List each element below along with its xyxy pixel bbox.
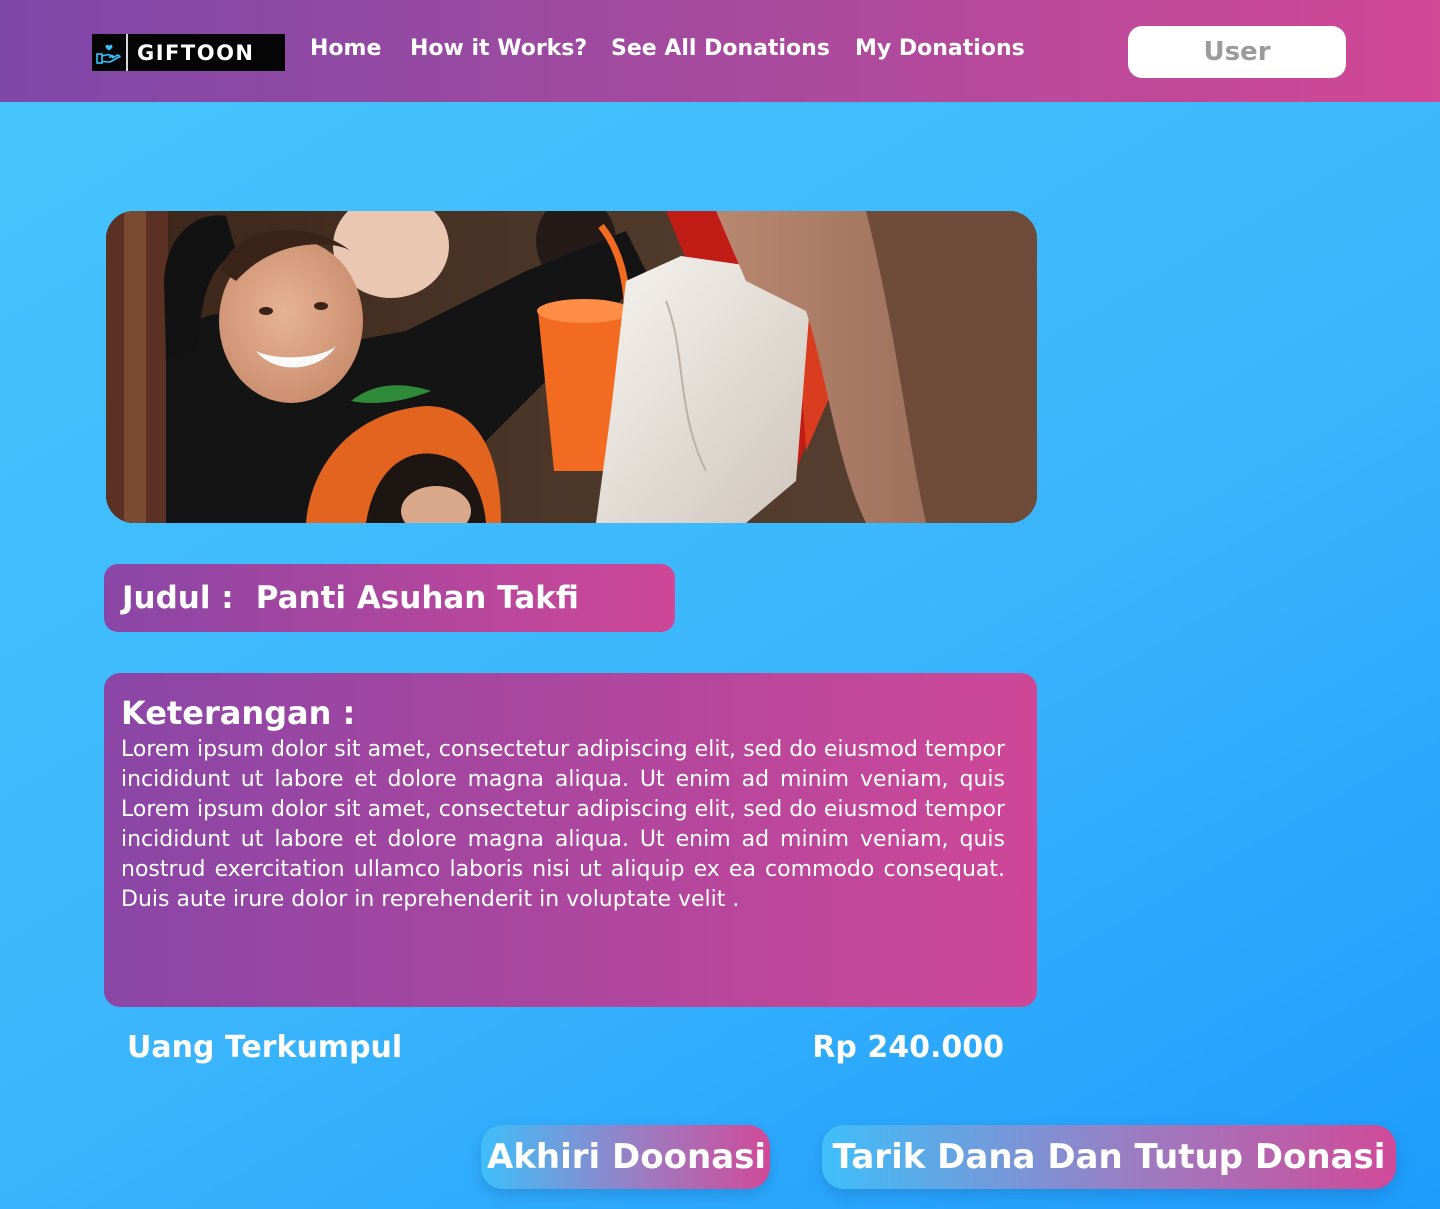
children-receiving-gifts-photo	[106, 211, 1037, 523]
giftoon-logo[interactable]: GIFTOON	[92, 34, 285, 71]
collected-money-amount: Rp 240.000	[812, 1030, 1004, 1065]
nav-home[interactable]: Home	[310, 36, 381, 61]
hand-heart-icon	[92, 34, 128, 71]
logo-text: GIFTOON	[137, 40, 255, 65]
description-text: Lorem ipsum dolor sit amet, consectetur …	[121, 737, 1005, 912]
description-heading: Keterangan :	[121, 694, 356, 732]
donation-title-box: Judul : Panti Asuhan Takfi	[104, 564, 675, 632]
nav-see-all-donations[interactable]: See All Donations	[611, 36, 830, 61]
donation-description-box: Keterangan : Lorem ipsum dolor sit amet,…	[104, 673, 1037, 1007]
donation-title-label: Judul :	[122, 580, 234, 616]
collected-money-label: Uang Terkumpul	[127, 1030, 403, 1065]
top-navigation-bar: GIFTOON Home How it Works? See All Donat…	[0, 0, 1440, 102]
donation-title-value: Panti Asuhan Takfi	[255, 580, 579, 616]
nav-how-it-works[interactable]: How it Works?	[410, 36, 587, 61]
withdraw-and-close-donation-button[interactable]: Tarik Dana Dan Tutup Donasi	[822, 1125, 1396, 1189]
donation-hero-image	[106, 211, 1037, 523]
nav-my-donations[interactable]: My Donations	[855, 36, 1025, 61]
user-button[interactable]: User	[1128, 26, 1346, 78]
end-donation-button[interactable]: Akhiri Doonasi	[481, 1125, 770, 1189]
